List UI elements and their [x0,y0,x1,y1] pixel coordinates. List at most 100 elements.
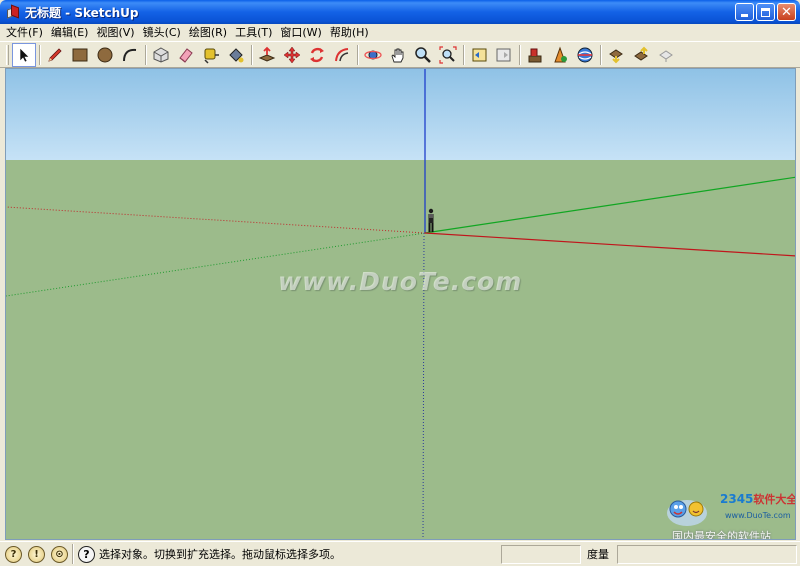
place-model-button[interactable] [548,43,572,67]
badge-brand-suffix: 软件大全 [753,493,796,506]
tape-measure-icon [204,48,219,64]
toolbar-separator [145,44,147,65]
menu-window[interactable]: 窗口(W) [280,24,321,41]
zoom-icon [415,46,431,63]
eraser-tool-button[interactable] [174,43,198,67]
add-location-icon [528,48,542,62]
paint-bucket-button[interactable] [224,43,248,67]
eraser-icon [179,47,193,63]
badge-slogan: 国内最安全的软件站 [672,530,771,540]
menu-bar: 文件(F) 编辑(E) 视图(V) 镜头(C) 绘图(R) 工具(T) 窗口(W… [0,24,800,41]
maximize-button[interactable] [756,3,775,21]
mascot-icon [667,500,707,526]
red-axis-positive [424,232,795,257]
paint-bucket-icon [229,47,244,62]
rectangle-tool-button[interactable] [68,43,92,67]
measurements-input[interactable] [617,544,797,564]
status-text: 选择对象。切换到扩充选择。拖动鼠标选择多项。 [99,548,341,561]
close-button[interactable]: ✕ [777,3,796,21]
get-components-icon [634,46,648,61]
get-components-button[interactable] [629,43,653,67]
add-location-button[interactable] [523,43,547,67]
red-axis-negative [6,206,426,234]
maximize-icon [761,7,770,17]
menu-edit[interactable]: 编辑(E) [51,24,89,41]
move-tool-button[interactable] [280,43,304,67]
share-model-button[interactable] [604,43,628,67]
arc-icon [123,48,137,61]
menu-draw[interactable]: 绘图(R) [189,24,227,41]
toolbar-separator [463,44,465,65]
previous-view-icon [472,48,487,61]
place-model-icon [554,46,567,62]
rotate-tool-button[interactable] [305,43,329,67]
menu-help[interactable]: 帮助(H) [330,24,369,41]
get-models-button[interactable] [573,43,597,67]
zoom-extents-icon [439,45,457,64]
rectangle-icon [72,48,88,61]
status-bar: ? ! ⊙ ? 选择对象。切换到扩充选择。拖动鼠标选择多项。 度量 [0,541,800,566]
make-component-icon [153,46,169,63]
arc-tool-button[interactable] [118,43,142,67]
credits-icon[interactable]: ! [28,545,45,563]
menu-file[interactable]: 文件(F) [6,24,43,41]
badge-brand-number: 2345 [720,492,754,506]
minimize-button[interactable] [735,3,754,21]
axes-scene [6,69,795,539]
site-badge: 2345软件大全 www.DuoTe.com 国内最安全的软件站 [658,489,796,540]
badge-brand: 2345软件大全 [720,491,796,507]
push-pull-icon [258,46,276,62]
toolbar-separator [357,44,359,65]
zoom-extents-button[interactable] [436,43,460,67]
share-component-button[interactable] [654,43,678,67]
toolbar-separator [39,44,41,65]
close-icon: ✕ [781,4,792,20]
select-icon [19,46,30,62]
orbit-icon [364,50,382,59]
minimize-icon [741,14,748,17]
user-account-icon[interactable]: ⊙ [51,545,68,563]
push-pull-button[interactable] [255,43,279,67]
pan-tool-button[interactable] [386,43,410,67]
next-view-icon [496,48,511,61]
instructor-help-icon[interactable]: ? [78,545,95,563]
get-models-icon [577,47,593,62]
pencil-icon [48,47,62,62]
zoom-tool-button[interactable] [411,43,435,67]
green-axis-positive [424,176,795,234]
title-bar[interactable]: 无标题 - SketchUp ✕ [0,0,800,24]
tape-measure-button[interactable] [199,43,223,67]
rotate-icon [310,47,324,62]
toolbar-separator [519,44,521,65]
toolbar-separator [251,44,253,65]
status-panel [501,544,581,564]
pencil-tool-button[interactable] [43,43,67,67]
circle-tool-button[interactable] [93,43,117,67]
sketchup-logo-icon [6,4,20,19]
select-tool-button[interactable] [12,42,36,67]
offset-tool-button[interactable] [330,43,354,67]
badge-url: www.DuoTe.com [725,511,791,520]
toolbar-separator [600,44,602,65]
share-model-icon [609,48,623,63]
menu-tools[interactable]: 工具(T) [235,24,272,41]
measurements-label: 度量 [587,548,609,561]
next-view-button[interactable] [492,43,516,67]
menu-camera[interactable]: 镜头(C) [143,24,181,41]
main-toolbar [0,41,800,68]
geo-location-icon[interactable]: ? [5,545,22,563]
orbit-tool-button[interactable] [361,43,385,67]
window-title: 无标题 - SketchUp [25,5,139,20]
person-figure-icon [428,208,434,232]
drawing-viewport[interactable]: www.DuoTe.com 2345软件大全 www.DuoTe.com 国内最… [5,68,796,540]
circle-icon [97,47,113,62]
status-separator [72,544,74,564]
menu-view[interactable]: 视图(V) [96,24,134,41]
pan-icon [391,48,404,62]
previous-view-button[interactable] [467,43,491,67]
offset-icon [335,47,349,61]
move-icon [283,46,301,63]
make-component-button[interactable] [149,43,173,67]
share-component-icon [659,49,673,62]
toolbar-grip[interactable] [6,44,9,65]
